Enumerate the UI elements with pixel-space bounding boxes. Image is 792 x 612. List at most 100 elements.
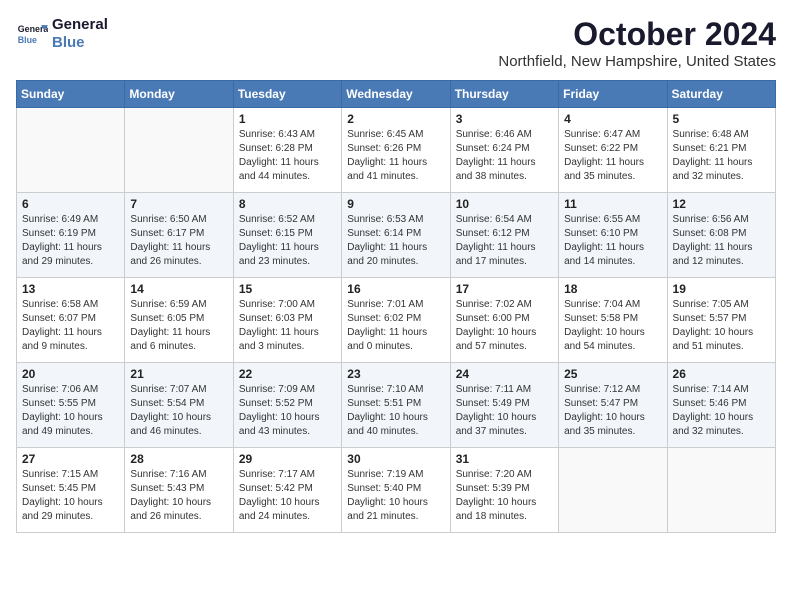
day-info: Sunrise: 6:52 AM Sunset: 6:15 PM Dayligh… (239, 213, 336, 269)
calendar-cell: 22 Sunrise: 7:09 AM Sunset: 5:52 PM Dayl… (233, 363, 341, 448)
calendar-cell: 17 Sunrise: 7:02 AM Sunset: 6:00 PM Dayl… (450, 278, 558, 363)
day-info: Sunrise: 6:58 AM Sunset: 6:07 PM Dayligh… (22, 298, 119, 354)
calendar-cell: 16 Sunrise: 7:01 AM Sunset: 6:02 PM Dayl… (342, 278, 450, 363)
calendar-cell: 11 Sunrise: 6:55 AM Sunset: 6:10 PM Dayl… (559, 193, 667, 278)
weekday-header-wednesday: Wednesday (342, 81, 450, 108)
day-info: Sunrise: 6:48 AM Sunset: 6:21 PM Dayligh… (673, 128, 770, 184)
weekday-header-sunday: Sunday (17, 81, 125, 108)
location-subtitle: Northfield, New Hampshire, United States (498, 53, 776, 70)
calendar-cell (667, 448, 775, 533)
day-number: 28 (130, 452, 227, 466)
calendar-cell: 21 Sunrise: 7:07 AM Sunset: 5:54 PM Dayl… (125, 363, 233, 448)
calendar-cell (125, 108, 233, 193)
day-number: 12 (673, 197, 770, 211)
day-number: 23 (347, 367, 444, 381)
calendar-header-row: SundayMondayTuesdayWednesdayThursdayFrid… (17, 81, 776, 108)
calendar-week-row: 27 Sunrise: 7:15 AM Sunset: 5:45 PM Dayl… (17, 448, 776, 533)
day-number: 31 (456, 452, 553, 466)
day-info: Sunrise: 7:14 AM Sunset: 5:46 PM Dayligh… (673, 383, 770, 439)
day-number: 8 (239, 197, 336, 211)
day-number: 26 (673, 367, 770, 381)
calendar-cell: 15 Sunrise: 7:00 AM Sunset: 6:03 PM Dayl… (233, 278, 341, 363)
day-number: 16 (347, 282, 444, 296)
day-number: 30 (347, 452, 444, 466)
day-info: Sunrise: 7:15 AM Sunset: 5:45 PM Dayligh… (22, 468, 119, 524)
day-number: 24 (456, 367, 553, 381)
calendar-cell: 2 Sunrise: 6:45 AM Sunset: 6:26 PM Dayli… (342, 108, 450, 193)
day-number: 3 (456, 112, 553, 126)
calendar-cell: 1 Sunrise: 6:43 AM Sunset: 6:28 PM Dayli… (233, 108, 341, 193)
day-info: Sunrise: 7:01 AM Sunset: 6:02 PM Dayligh… (347, 298, 444, 354)
calendar-cell (17, 108, 125, 193)
day-number: 18 (564, 282, 661, 296)
day-number: 2 (347, 112, 444, 126)
day-info: Sunrise: 7:17 AM Sunset: 5:42 PM Dayligh… (239, 468, 336, 524)
day-info: Sunrise: 6:47 AM Sunset: 6:22 PM Dayligh… (564, 128, 661, 184)
day-info: Sunrise: 6:53 AM Sunset: 6:14 PM Dayligh… (347, 213, 444, 269)
calendar-cell: 20 Sunrise: 7:06 AM Sunset: 5:55 PM Dayl… (17, 363, 125, 448)
weekday-header-monday: Monday (125, 81, 233, 108)
day-info: Sunrise: 7:07 AM Sunset: 5:54 PM Dayligh… (130, 383, 227, 439)
day-number: 11 (564, 197, 661, 211)
logo-text-blue: Blue (52, 34, 108, 52)
calendar-week-row: 20 Sunrise: 7:06 AM Sunset: 5:55 PM Dayl… (17, 363, 776, 448)
day-number: 17 (456, 282, 553, 296)
day-info: Sunrise: 7:04 AM Sunset: 5:58 PM Dayligh… (564, 298, 661, 354)
calendar-cell: 25 Sunrise: 7:12 AM Sunset: 5:47 PM Dayl… (559, 363, 667, 448)
calendar-cell: 31 Sunrise: 7:20 AM Sunset: 5:39 PM Dayl… (450, 448, 558, 533)
day-number: 6 (22, 197, 119, 211)
day-number: 13 (22, 282, 119, 296)
day-number: 15 (239, 282, 336, 296)
day-info: Sunrise: 7:19 AM Sunset: 5:40 PM Dayligh… (347, 468, 444, 524)
calendar-cell: 13 Sunrise: 6:58 AM Sunset: 6:07 PM Dayl… (17, 278, 125, 363)
calendar-cell: 10 Sunrise: 6:54 AM Sunset: 6:12 PM Dayl… (450, 193, 558, 278)
calendar-cell: 5 Sunrise: 6:48 AM Sunset: 6:21 PM Dayli… (667, 108, 775, 193)
svg-text:Blue: Blue (18, 35, 37, 45)
calendar-cell: 23 Sunrise: 7:10 AM Sunset: 5:51 PM Dayl… (342, 363, 450, 448)
calendar-cell: 14 Sunrise: 6:59 AM Sunset: 6:05 PM Dayl… (125, 278, 233, 363)
day-info: Sunrise: 6:45 AM Sunset: 6:26 PM Dayligh… (347, 128, 444, 184)
day-info: Sunrise: 6:55 AM Sunset: 6:10 PM Dayligh… (564, 213, 661, 269)
day-number: 25 (564, 367, 661, 381)
calendar-cell: 28 Sunrise: 7:16 AM Sunset: 5:43 PM Dayl… (125, 448, 233, 533)
day-info: Sunrise: 6:54 AM Sunset: 6:12 PM Dayligh… (456, 213, 553, 269)
day-info: Sunrise: 7:06 AM Sunset: 5:55 PM Dayligh… (22, 383, 119, 439)
day-info: Sunrise: 7:02 AM Sunset: 6:00 PM Dayligh… (456, 298, 553, 354)
month-year-title: October 2024 (498, 16, 776, 53)
calendar-cell: 24 Sunrise: 7:11 AM Sunset: 5:49 PM Dayl… (450, 363, 558, 448)
day-info: Sunrise: 7:09 AM Sunset: 5:52 PM Dayligh… (239, 383, 336, 439)
day-info: Sunrise: 7:00 AM Sunset: 6:03 PM Dayligh… (239, 298, 336, 354)
day-number: 21 (130, 367, 227, 381)
weekday-header-friday: Friday (559, 81, 667, 108)
day-number: 14 (130, 282, 227, 296)
calendar-cell: 30 Sunrise: 7:19 AM Sunset: 5:40 PM Dayl… (342, 448, 450, 533)
day-info: Sunrise: 6:59 AM Sunset: 6:05 PM Dayligh… (130, 298, 227, 354)
day-number: 20 (22, 367, 119, 381)
title-block: October 2024 Northfield, New Hampshire, … (498, 16, 776, 70)
calendar-cell: 3 Sunrise: 6:46 AM Sunset: 6:24 PM Dayli… (450, 108, 558, 193)
day-number: 7 (130, 197, 227, 211)
calendar-cell (559, 448, 667, 533)
calendar-cell: 9 Sunrise: 6:53 AM Sunset: 6:14 PM Dayli… (342, 193, 450, 278)
day-info: Sunrise: 6:50 AM Sunset: 6:17 PM Dayligh… (130, 213, 227, 269)
calendar-week-row: 6 Sunrise: 6:49 AM Sunset: 6:19 PM Dayli… (17, 193, 776, 278)
day-info: Sunrise: 6:49 AM Sunset: 6:19 PM Dayligh… (22, 213, 119, 269)
day-number: 19 (673, 282, 770, 296)
weekday-header-tuesday: Tuesday (233, 81, 341, 108)
calendar-cell: 19 Sunrise: 7:05 AM Sunset: 5:57 PM Dayl… (667, 278, 775, 363)
calendar-cell: 6 Sunrise: 6:49 AM Sunset: 6:19 PM Dayli… (17, 193, 125, 278)
day-info: Sunrise: 6:43 AM Sunset: 6:28 PM Dayligh… (239, 128, 336, 184)
calendar-cell: 12 Sunrise: 6:56 AM Sunset: 6:08 PM Dayl… (667, 193, 775, 278)
day-number: 1 (239, 112, 336, 126)
calendar-cell: 7 Sunrise: 6:50 AM Sunset: 6:17 PM Dayli… (125, 193, 233, 278)
day-number: 22 (239, 367, 336, 381)
calendar-week-row: 13 Sunrise: 6:58 AM Sunset: 6:07 PM Dayl… (17, 278, 776, 363)
calendar-cell: 18 Sunrise: 7:04 AM Sunset: 5:58 PM Dayl… (559, 278, 667, 363)
logo: General Blue General Blue (16, 16, 108, 52)
calendar-table: SundayMondayTuesdayWednesdayThursdayFrid… (16, 80, 776, 533)
day-number: 27 (22, 452, 119, 466)
weekday-header-thursday: Thursday (450, 81, 558, 108)
day-number: 10 (456, 197, 553, 211)
day-number: 4 (564, 112, 661, 126)
day-info: Sunrise: 7:16 AM Sunset: 5:43 PM Dayligh… (130, 468, 227, 524)
